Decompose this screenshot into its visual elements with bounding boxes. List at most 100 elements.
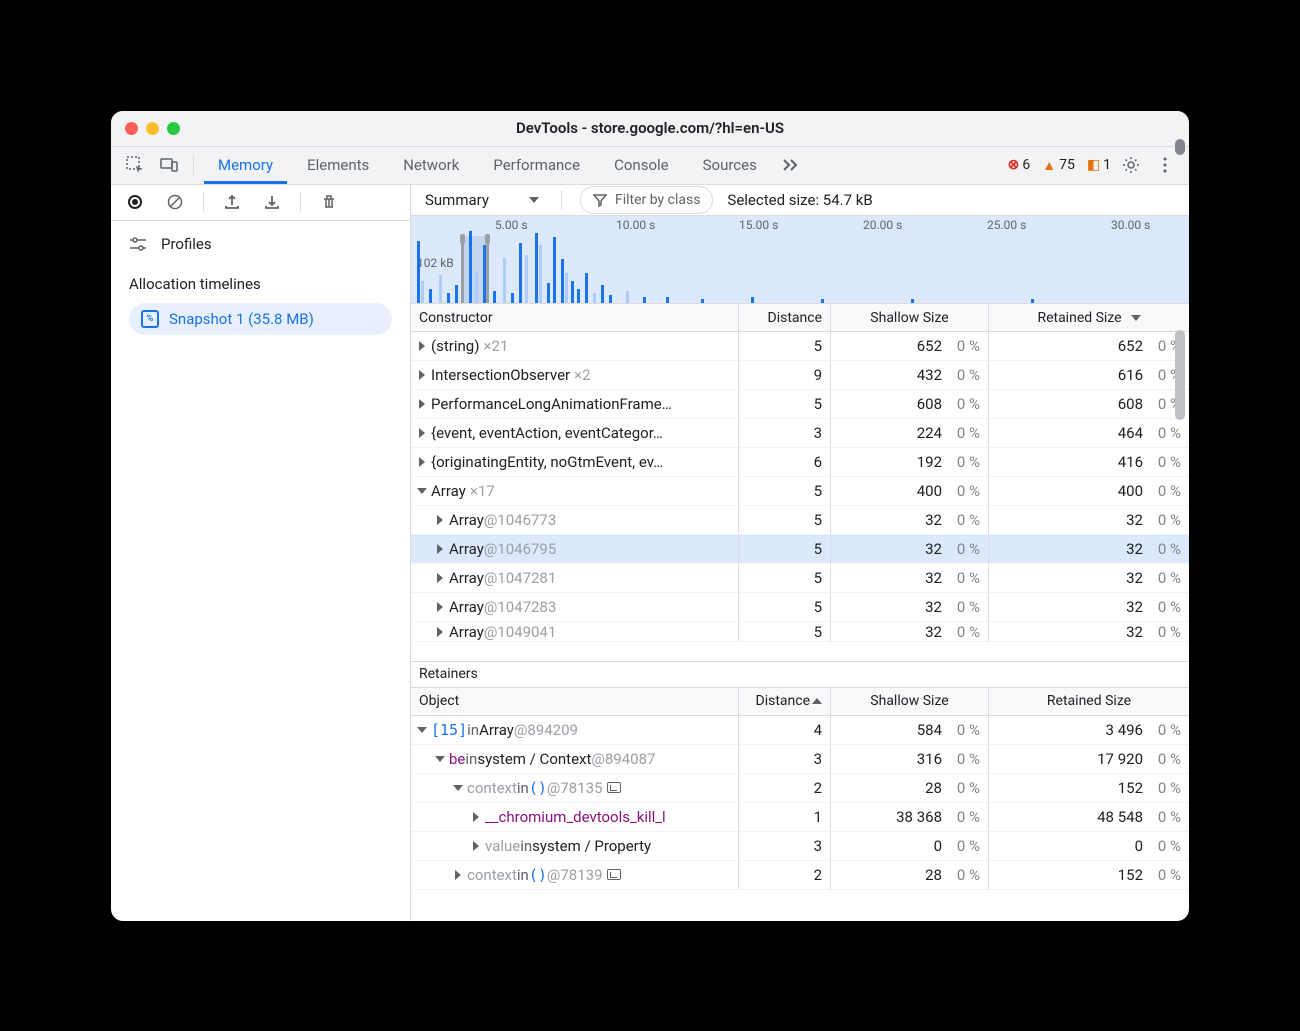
snapshot-item[interactable]: Snapshot 1 (35.8 MB): [129, 303, 392, 335]
table-row[interactable]: Array @10467735320 %320 %: [411, 506, 1189, 535]
chevron-right-icon[interactable]: [473, 812, 479, 822]
warning-count-value: 75: [1059, 157, 1075, 173]
chevron-right-icon[interactable]: [473, 841, 479, 851]
clear-icon[interactable]: [161, 188, 189, 216]
tick: 10.00 s: [616, 218, 655, 232]
view-dropdown-label: Summary: [425, 191, 489, 209]
minimize-icon[interactable]: [146, 122, 159, 135]
tab-memory[interactable]: Memory: [204, 146, 287, 184]
snapshot-icon: [141, 310, 159, 328]
tab-console[interactable]: Console: [600, 146, 683, 184]
table-row[interactable]: Array @10490415320 %320 %: [411, 622, 1189, 642]
chevron-down-icon[interactable]: [417, 727, 427, 733]
profiles-label: Profiles: [161, 235, 212, 253]
table-row[interactable]: [15] in Array @89420945840 %3 4960 %: [411, 716, 1189, 745]
table-row[interactable]: context in () @781392280 %1520 %: [411, 861, 1189, 890]
view-dropdown[interactable]: Summary: [421, 186, 543, 214]
devtools-window: DevTools - store.google.com/?hl=en-US Me…: [111, 111, 1189, 921]
chevron-down-icon[interactable]: [435, 756, 445, 762]
tick: 30.00 s: [1111, 218, 1150, 232]
error-count-value: 6: [1022, 157, 1030, 173]
constructor-table: Constructor Distance Shallow Size Retain…: [411, 304, 1189, 660]
sliders-icon: [129, 237, 147, 251]
chevron-right-icon[interactable]: [419, 370, 425, 380]
chevron-right-icon[interactable]: [437, 627, 443, 637]
header-retained[interactable]: Retained Size: [989, 304, 1189, 331]
tabbar: Memory Elements Network Performance Cons…: [111, 147, 1189, 185]
tick: 25.00 s: [987, 218, 1026, 232]
retainers-title: Retainers: [411, 662, 1189, 688]
tab-network[interactable]: Network: [389, 146, 473, 184]
issue-count[interactable]: ◧1: [1087, 157, 1111, 173]
filter-input[interactable]: Filter by class: [580, 186, 713, 214]
error-count[interactable]: ⊗6: [1008, 157, 1031, 173]
table-row[interactable]: Array ×1754000 %4000 %: [411, 477, 1189, 506]
chevron-right-icon[interactable]: [437, 515, 443, 525]
allocation-timelines-group: Allocation timelines: [111, 261, 410, 299]
settings-icon[interactable]: [1117, 151, 1145, 179]
header-constructor[interactable]: Constructor: [411, 304, 739, 331]
more-tabs-icon[interactable]: [777, 151, 805, 179]
status-counters: ⊗6 ▲75 ◧1: [1008, 157, 1111, 174]
chevron-right-icon[interactable]: [437, 544, 443, 554]
source-link-icon[interactable]: [607, 782, 621, 793]
tab-sources[interactable]: Sources: [689, 146, 771, 184]
chevron-down-icon[interactable]: [417, 488, 427, 494]
table-row[interactable]: Array @10472815320 %320 %: [411, 564, 1189, 593]
filter-placeholder: Filter by class: [615, 192, 700, 208]
table-row[interactable]: value in system / Property300 %00 %: [411, 832, 1189, 861]
chevron-right-icon[interactable]: [455, 870, 461, 880]
sort-desc-icon: [1131, 315, 1141, 321]
chevron-right-icon[interactable]: [437, 573, 443, 583]
table-row[interactable]: (string) ×2156520 %6520 %: [411, 332, 1189, 361]
chevron-right-icon[interactable]: [437, 602, 443, 612]
chevron-down-icon[interactable]: [453, 785, 463, 791]
table-row[interactable]: Array @10467955320 %320 %: [411, 535, 1189, 564]
table-row[interactable]: {originatingEntity, noGtmEvent, ev…61920…: [411, 448, 1189, 477]
allocation-timeline[interactable]: 5.00 s 10.00 s 15.00 s 20.00 s 25.00 s 3…: [411, 216, 1189, 304]
profiles-header[interactable]: Profiles: [111, 221, 410, 261]
chevron-right-icon[interactable]: [419, 457, 425, 467]
table-row[interactable]: {event, eventAction, eventCategor…32240 …: [411, 419, 1189, 448]
header-shallow[interactable]: Shallow Size: [831, 304, 989, 331]
record-icon[interactable]: [121, 188, 149, 216]
divider: [300, 192, 301, 212]
profiles-sidebar: Profiles Allocation timelines Snapshot 1…: [111, 185, 411, 921]
retainer-rows: [15] in Array @89420945840 %3 4960 %be i…: [411, 716, 1189, 921]
inspect-element-icon[interactable]: [121, 151, 149, 179]
tab-performance[interactable]: Performance: [479, 146, 594, 184]
timeline-chart: [411, 236, 1189, 303]
header-distance[interactable]: Distance: [739, 688, 831, 715]
collect-garbage-icon[interactable]: [315, 188, 343, 216]
table-row[interactable]: IntersectionObserver ×294320 %6160 %: [411, 361, 1189, 390]
device-toggle-icon[interactable]: [155, 151, 183, 179]
table-row[interactable]: PerformanceLongAnimationFrame…56080 %608…: [411, 390, 1189, 419]
sidebar-toolbar: [111, 185, 410, 221]
save-profile-icon[interactable]: [258, 188, 286, 216]
main-toolbar: Summary Filter by class Selected size: 5…: [411, 185, 1189, 217]
snapshot-label: Snapshot 1 (35.8 MB): [169, 310, 314, 328]
source-link-icon[interactable]: [607, 869, 621, 880]
header-object[interactable]: Object: [411, 688, 739, 715]
header-shallow[interactable]: Shallow Size: [831, 688, 989, 715]
chevron-right-icon[interactable]: [419, 428, 425, 438]
tab-elements[interactable]: Elements: [293, 146, 383, 184]
titlebar: DevTools - store.google.com/?hl=en-US: [111, 111, 1189, 147]
header-retained[interactable]: Retained Size: [989, 688, 1189, 715]
load-profile-icon[interactable]: [218, 188, 246, 216]
warning-count[interactable]: ▲75: [1042, 157, 1075, 174]
zoom-icon[interactable]: [167, 122, 180, 135]
table-row[interactable]: be in system / Context @89408733160 %17 …: [411, 745, 1189, 774]
constructor-rows: (string) ×2156520 %6520 %IntersectionObs…: [411, 332, 1189, 660]
table-row[interactable]: __chromium_devtools_kill_l138 3680 %48 5…: [411, 803, 1189, 832]
chevron-right-icon[interactable]: [419, 341, 425, 351]
close-icon[interactable]: [125, 122, 138, 135]
timeline-ruler: 5.00 s 10.00 s 15.00 s 20.00 s 25.00 s 3…: [411, 216, 1189, 236]
table-row[interactable]: context in () @781352280 %1520 %: [411, 774, 1189, 803]
retainers-headers: Object Distance Shallow Size Retained Si…: [411, 688, 1189, 716]
issue-count-value: 1: [1103, 157, 1111, 173]
header-distance[interactable]: Distance: [739, 304, 831, 331]
chevron-right-icon[interactable]: [419, 399, 425, 409]
scrollbar[interactable]: [1175, 185, 1187, 921]
table-row[interactable]: Array @10472835320 %320 %: [411, 593, 1189, 622]
